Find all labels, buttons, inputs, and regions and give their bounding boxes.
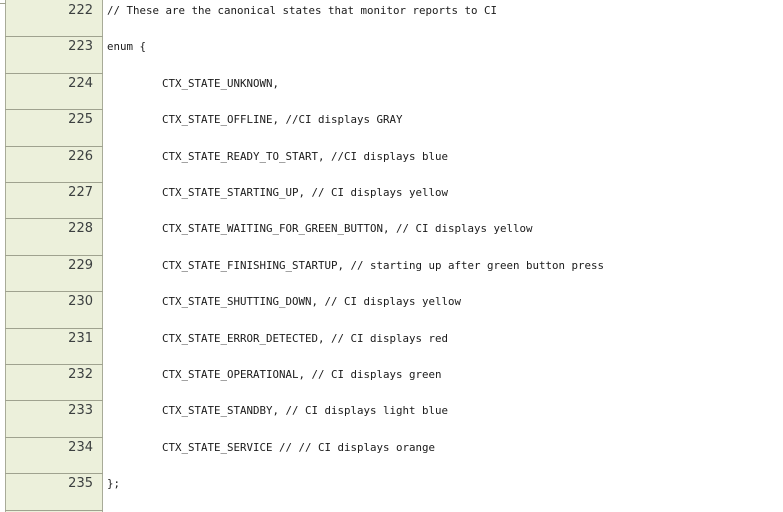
line-number: 231 [5,329,103,365]
line-number: 230 [5,292,103,329]
code-line: 235}; [0,474,783,511]
line-number: 224 [5,74,103,111]
code-text: CTX_STATE_ERROR_DETECTED, // CI displays… [162,331,449,345]
code-text: CTX_STATE_OPERATIONAL, // CI displays gr… [162,368,442,381]
code-line: 226 CTX_STATE_READY_TO_START, //CI displa… [0,147,783,183]
code-line: 228 CTX_STATE_WAITING_FOR_GREEN_BUTTON, /… [0,219,783,256]
code-line: 224 CTX_STATE_UNKNOWN, [0,74,783,111]
line-number: 234 [5,438,103,475]
code-text: CTX_STATE_STARTING_UP, // CI displays ye… [162,186,449,199]
code-text: }; [107,477,121,491]
code-text: CTX_STATE_FINISHING_STARTUP, // starting… [162,258,605,272]
code-text: CTX_STATE_UNKNOWN, [162,76,280,90]
code-line: 222 // These are the canonical states tha… [0,1,783,38]
line-number: 226 [5,147,103,183]
line-number: 235 [5,474,103,511]
code-line: 229 CTX_STATE_FINISHING_STARTUP, // start… [0,256,783,293]
code-text: CTX_STATE_SERVICE // // CI displays oran… [162,440,436,454]
line-number: 229 [5,256,103,293]
line-number: 223 [5,37,103,74]
code-text: CTX_STATE_SHUTTING_DOWN, // CI displays … [162,295,462,309]
code-line: 234 CTX_STATE_SERVICE // // CI displays o… [0,438,783,475]
code-text: // These are the canonical states that m… [107,4,498,17]
line-number: 228 [5,219,103,256]
code-line: 233 CTX_STATE_STANDBY, // CI displays lig… [0,401,783,438]
line-number: 222 [5,1,103,38]
code-line: 231 CTX_STATE_ERROR_DETECTED, // CI displ… [0,329,783,365]
line-number: 232 [5,365,103,402]
code-line: 227 CTX_STATE_STARTING_UP, // CI displays… [0,183,783,220]
line-number: 227 [5,183,103,220]
code-text: enum { [107,40,147,54]
code-line: 223 enum { [0,37,783,74]
line-number: 225 [5,110,103,147]
code-text: CTX_STATE_READY_TO_START, //CI displays … [162,149,449,163]
code-line: 225 CTX_STATE_OFFLINE, //CI displays GRAY [0,110,783,147]
code-line: 230 CTX_STATE_SHUTTING_DOWN, // CI displa… [0,292,783,329]
code-viewer: 222 // These are the canonical states tha… [0,0,783,512]
code-line: 232 CTX_STATE_OPERATIONAL, // CI displays… [0,365,783,402]
code-text: CTX_STATE_OFFLINE, //CI displays GRAY [162,113,403,127]
code-text: CTX_STATE_STANDBY, // CI displays light … [162,404,449,418]
line-number: 233 [5,401,103,438]
code-text: CTX_STATE_WAITING_FOR_GREEN_BUTTON, // C… [162,222,533,236]
